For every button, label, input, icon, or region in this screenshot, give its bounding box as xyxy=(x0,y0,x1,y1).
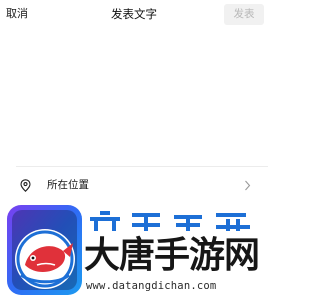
watermark-overlay: 大唐手游网 www.datangdichan.com xyxy=(0,205,268,295)
location-row[interactable]: 所在位置 xyxy=(0,172,268,200)
location-label: 所在位置 xyxy=(47,179,89,191)
watermark-url: www.datangdichan.com xyxy=(86,280,217,292)
watermark-brand-text: 大唐手游网 xyxy=(84,235,260,276)
post-text-screen: 取消 发表文字 发表 所在位置 大唐手游网 www.datangdichan.c… xyxy=(0,0,268,295)
publish-button[interactable]: 发表 xyxy=(224,4,264,25)
watermark-ghost-text xyxy=(90,211,250,231)
top-nav-bar: 取消 发表文字 发表 xyxy=(0,0,268,30)
post-text-input[interactable] xyxy=(6,34,262,160)
chevron-right-icon xyxy=(245,180,251,191)
section-divider xyxy=(16,166,268,167)
location-pin-icon xyxy=(20,179,31,192)
fish-logo-icon xyxy=(7,205,82,295)
